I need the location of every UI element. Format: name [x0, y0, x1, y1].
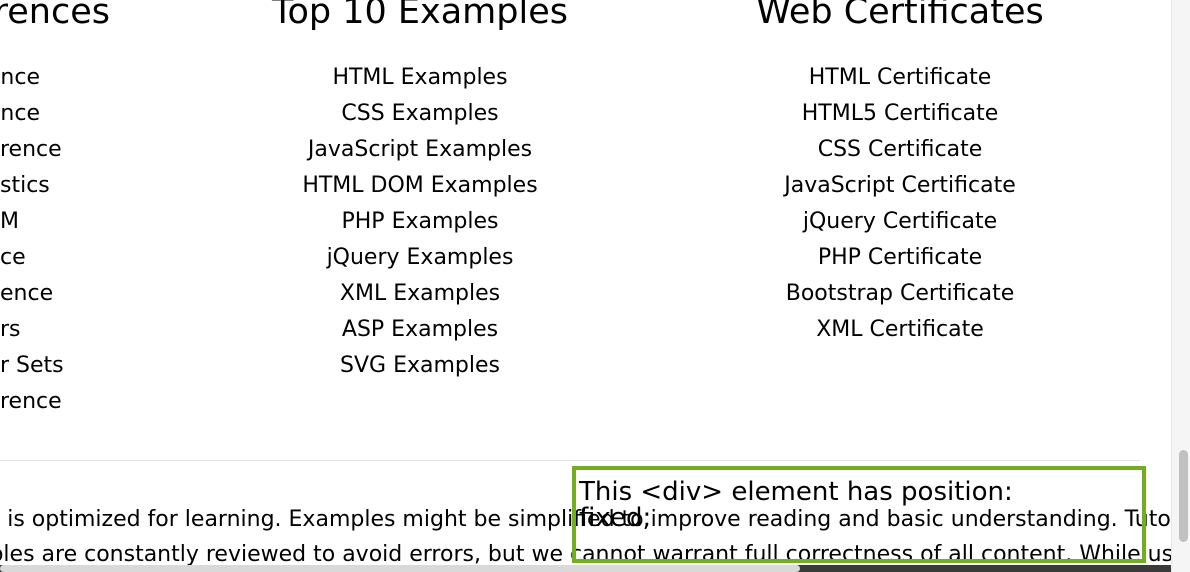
list-item[interactable]: CSS Examples: [220, 96, 620, 132]
certificate-link[interactable]: jQuery Certificate: [803, 209, 997, 234]
list-item[interactable]: ce: [0, 240, 120, 276]
example-link[interactable]: HTML Examples: [332, 65, 507, 90]
fixed-position-div: This <div> element has position: fixed;: [572, 466, 1146, 563]
list-item[interactable]: nce: [0, 60, 40, 96]
list-item[interactable]: nce: [0, 96, 40, 132]
certificate-link[interactable]: JavaScript Certificate: [784, 173, 1016, 198]
vertical-scrollbar-thumb[interactable]: [1179, 450, 1188, 542]
list-item[interactable]: jQuery Examples: [220, 240, 620, 276]
example-link[interactable]: XML Examples: [340, 281, 500, 306]
list-item[interactable]: Bootstrap Certificate: [700, 276, 1100, 312]
example-link[interactable]: JavaScript Examples: [308, 137, 532, 162]
certificate-link[interactable]: PHP Certificate: [818, 245, 982, 270]
examples-heading: Top 10 Examples: [272, 0, 568, 32]
list-item[interactable]: rs: [0, 312, 120, 348]
list-item[interactable]: ence: [0, 276, 120, 312]
certificates-list: HTML Certificate HTML5 Certificate CSS C…: [700, 60, 1100, 348]
list-item[interactable]: XML Certificate: [700, 312, 1100, 348]
horizontal-scrollbar-thumb[interactable]: [0, 565, 800, 572]
example-link[interactable]: SVG Examples: [340, 353, 500, 378]
list-item[interactable]: M: [0, 204, 120, 240]
certificates-heading: Web Certificates: [756, 0, 1044, 32]
list-item[interactable]: HTML Examples: [220, 60, 620, 96]
reference-link[interactable]: rence: [0, 389, 62, 414]
certificate-link[interactable]: Bootstrap Certificate: [786, 281, 1015, 306]
list-item[interactable]: rence: [0, 384, 120, 420]
example-link[interactable]: PHP Examples: [342, 209, 499, 234]
list-item[interactable]: jQuery Certificate: [700, 204, 1100, 240]
list-item[interactable]: rence: [0, 132, 120, 168]
reference-link[interactable]: M: [0, 209, 19, 234]
references-list: nce nce rence stics M ce ence rs r Sets …: [0, 60, 120, 420]
reference-link[interactable]: r Sets: [0, 353, 64, 378]
example-link[interactable]: HTML DOM Examples: [302, 173, 537, 198]
certificate-link[interactable]: XML Certificate: [816, 317, 984, 342]
list-item[interactable]: PHP Examples: [220, 204, 620, 240]
list-item[interactable]: SVG Examples: [220, 348, 620, 384]
reference-link[interactable]: ce: [0, 245, 26, 270]
certificate-link[interactable]: HTML5 Certificate: [802, 101, 999, 126]
reference-link[interactable]: rence: [0, 137, 62, 162]
list-item[interactable]: HTML Certificate: [700, 60, 1100, 96]
example-link[interactable]: jQuery Examples: [327, 245, 514, 270]
example-link[interactable]: ASP Examples: [342, 317, 498, 342]
footer-divider: [0, 460, 1140, 461]
list-item[interactable]: JavaScript Examples: [220, 132, 620, 168]
certificate-link[interactable]: CSS Certificate: [818, 137, 983, 162]
reference-link[interactable]: ence: [0, 281, 53, 306]
reference-link[interactable]: stics: [0, 173, 50, 198]
list-item[interactable]: CSS Certificate: [700, 132, 1100, 168]
example-link[interactable]: CSS Examples: [341, 101, 498, 126]
list-item[interactable]: HTML DOM Examples: [220, 168, 620, 204]
list-item[interactable]: ASP Examples: [220, 312, 620, 348]
certificate-link[interactable]: HTML Certificate: [809, 65, 992, 90]
reference-link[interactable]: rs: [0, 317, 21, 342]
references-heading: rences: [0, 0, 110, 32]
reference-link[interactable]: nce: [0, 101, 40, 126]
list-item[interactable]: XML Examples: [220, 276, 620, 312]
list-item[interactable]: HTML5 Certificate: [700, 96, 1100, 132]
list-item[interactable]: stics: [0, 168, 120, 204]
list-item[interactable]: r Sets: [0, 348, 120, 384]
reference-link[interactable]: nce: [0, 65, 40, 90]
list-item[interactable]: JavaScript Certificate: [700, 168, 1100, 204]
examples-list: HTML Examples CSS Examples JavaScript Ex…: [220, 60, 620, 384]
list-item[interactable]: PHP Certificate: [700, 240, 1100, 276]
